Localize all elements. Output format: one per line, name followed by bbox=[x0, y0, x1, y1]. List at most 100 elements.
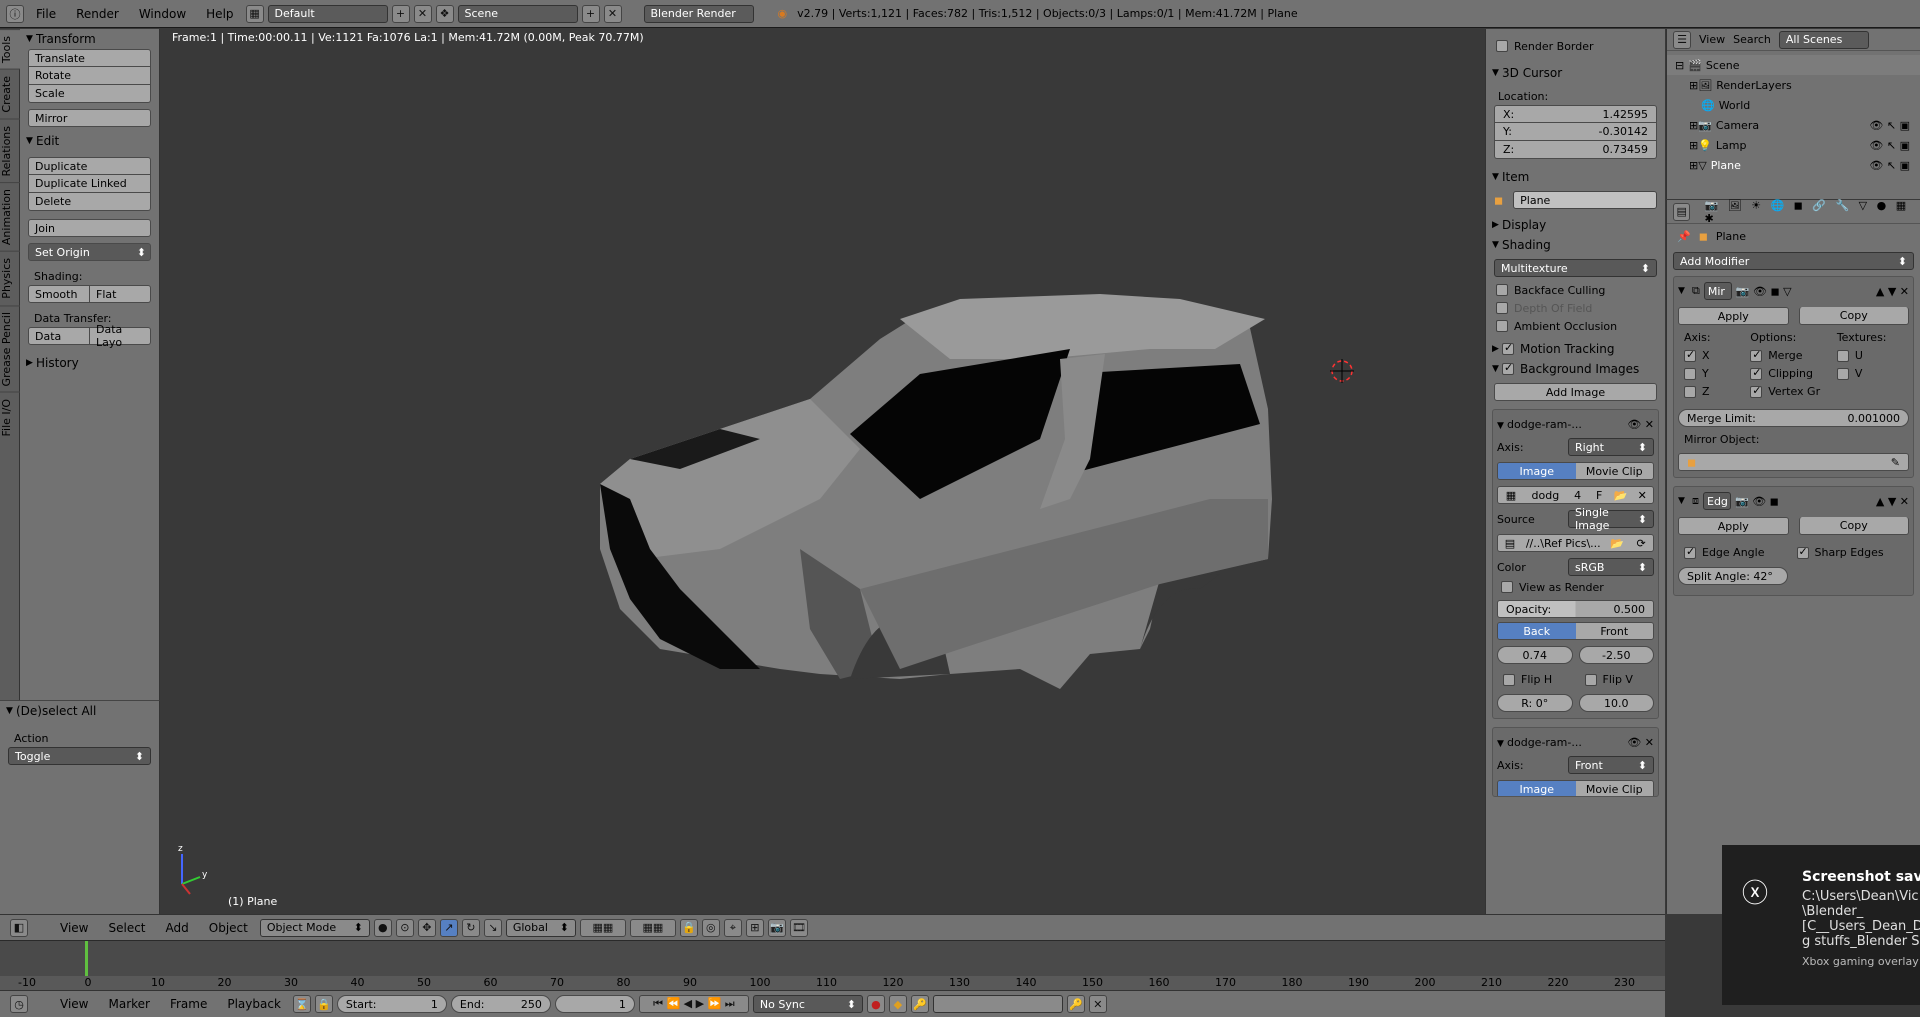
item-name-field[interactable]: Plane bbox=[1513, 191, 1657, 209]
scale-manipulator-icon[interactable]: ↘ bbox=[483, 918, 502, 937]
duplicate-linked-button[interactable]: Duplicate Linked bbox=[28, 175, 151, 193]
data-layout-button[interactable]: Data Layo bbox=[90, 323, 151, 349]
record-icon[interactable]: ● bbox=[866, 995, 885, 1013]
offset-x-field[interactable]: 0.74 bbox=[1497, 646, 1573, 664]
reload-icon[interactable]: ⟳ bbox=[1629, 535, 1653, 551]
eye-icon-2[interactable]: 👁 ✕ bbox=[1627, 736, 1654, 749]
data-button[interactable]: Data bbox=[28, 327, 90, 345]
axis-z-checkbox[interactable]: Z bbox=[1678, 385, 1750, 403]
bg1-axis-dropdown[interactable]: Right ⬍ bbox=[1568, 438, 1654, 456]
snap-element-icon[interactable]: ⊞ bbox=[745, 918, 764, 937]
edge-copy-button[interactable]: Copy bbox=[1798, 517, 1909, 535]
split-angle-field[interactable]: Split Angle: 42° bbox=[1678, 567, 1788, 585]
scale-button[interactable]: Scale bbox=[28, 85, 151, 103]
merge-checkbox[interactable]: Merge bbox=[1750, 348, 1837, 367]
menu-render[interactable]: Render bbox=[68, 7, 127, 21]
edge-split-name[interactable]: Edg bbox=[1703, 492, 1731, 510]
start-frame-field[interactable]: Start: 1 bbox=[336, 995, 447, 1013]
context-tabs[interactable]: 📷 🖼 ☀ 🌐 ◼ 🔗 🔧 ▽ ● ▦ ✱ bbox=[1704, 199, 1920, 225]
panel-edit-header[interactable]: ▼ Edit bbox=[20, 131, 159, 151]
outliner-renderlayers[interactable]: ⊞ 🖼 RenderLayers bbox=[1667, 75, 1920, 95]
pivot-icon[interactable]: ⊙ bbox=[395, 918, 414, 937]
merge-limit-field[interactable]: Merge Limit: 0.001000 bbox=[1678, 409, 1909, 427]
menu-select[interactable]: Select bbox=[100, 921, 153, 935]
screenshot-notification[interactable]: ⓧ Screenshot saved C:\Users\Dean\Vic \Bl… bbox=[1722, 845, 1920, 1005]
display-panel-header[interactable]: ▶ Display bbox=[1486, 215, 1665, 235]
view-as-render-checkbox[interactable]: View as Render bbox=[1497, 578, 1654, 596]
remove-scene-icon[interactable]: ✕ bbox=[603, 4, 622, 23]
scene-icon[interactable]: ❖ bbox=[435, 4, 454, 23]
viewport-shading-icon[interactable]: ● bbox=[373, 918, 392, 937]
current-frame-indicator[interactable] bbox=[85, 941, 88, 976]
clipping-checkbox[interactable]: Clipping bbox=[1750, 366, 1837, 385]
translate-manipulator-icon[interactable]: ↗ bbox=[439, 918, 458, 937]
rotation-field[interactable]: R: 0° bbox=[1497, 694, 1573, 712]
outliner-filter-dropdown[interactable]: All Scenes bbox=[1778, 30, 1869, 49]
orientation-dropdown[interactable]: Global ⬍ bbox=[505, 918, 576, 937]
rotate-button[interactable]: Rotate bbox=[28, 67, 151, 85]
render-engine-dropdown[interactable]: Blender Render bbox=[643, 4, 754, 23]
size-field[interactable]: 10.0 bbox=[1578, 694, 1654, 712]
axis-y-checkbox[interactable]: Y bbox=[1678, 367, 1750, 385]
layers-icon-2[interactable]: ▦▦ bbox=[629, 918, 676, 937]
mirror-modifier-name[interactable]: Mir bbox=[1703, 282, 1732, 300]
menu-window[interactable]: Window bbox=[131, 7, 194, 21]
outliner-plane[interactable]: ⊞ ▽ Plane 👁 ↖ ▣ bbox=[1667, 155, 1920, 175]
image-name-field[interactable]: dodg bbox=[1523, 487, 1567, 503]
sharp-edges-checkbox[interactable]: Sharp Edges bbox=[1796, 545, 1910, 559]
add-modifier-dropdown[interactable]: Add Modifier ⬍ bbox=[1673, 252, 1914, 270]
image-browse-icon[interactable]: ▦ bbox=[1498, 487, 1524, 503]
opengl-render-icon[interactable]: 🎞 bbox=[789, 918, 808, 937]
remove-layout-icon[interactable]: ✕ bbox=[413, 4, 432, 23]
flip-h-checkbox[interactable]: Flip H bbox=[1497, 673, 1573, 686]
pin-icon[interactable]: 📌 bbox=[1677, 230, 1691, 243]
item-panel-header[interactable]: ▼ Item bbox=[1486, 167, 1665, 187]
current-frame-field[interactable]: 1 bbox=[554, 995, 635, 1013]
back-toggle[interactable]: Back bbox=[1498, 623, 1576, 639]
tab-relations[interactable]: Relations bbox=[0, 118, 20, 183]
screen-layout-icon[interactable]: ▦ bbox=[245, 4, 264, 23]
bg2-axis-dropdown[interactable]: Front ⬍ bbox=[1568, 756, 1654, 774]
layers-icon[interactable]: ▦▦ bbox=[579, 918, 626, 937]
add-scene-icon[interactable]: + bbox=[581, 4, 600, 23]
visibility-icon[interactable]: 👁 ↖ ▣ bbox=[1869, 159, 1920, 172]
menu-view[interactable]: View bbox=[52, 921, 96, 935]
manipulator-icon[interactable]: ✥ bbox=[417, 918, 436, 937]
bg-images-header[interactable]: ▼Background Images bbox=[1486, 359, 1665, 379]
deselect-all-header[interactable]: ▼ (De)select All bbox=[0, 701, 159, 721]
editor-type-icon[interactable]: ◧ bbox=[10, 918, 28, 937]
eye-icon[interactable]: 👁 ✕ bbox=[1627, 418, 1654, 431]
scene-field[interactable]: Scene bbox=[457, 4, 578, 23]
flat-button[interactable]: Flat bbox=[90, 285, 151, 303]
edge-angle-checkbox[interactable]: Edge Angle bbox=[1678, 545, 1797, 559]
motion-tracking-header[interactable]: ▶Motion Tracking bbox=[1486, 339, 1665, 359]
smooth-button[interactable]: Smooth bbox=[28, 285, 90, 303]
cursor-x-field[interactable]: X: 1.42595 bbox=[1494, 105, 1657, 123]
source-dropdown[interactable]: Single Image ⬍ bbox=[1568, 506, 1654, 532]
image-tab-2[interactable]: Image bbox=[1498, 781, 1576, 796]
opacity-slider[interactable]: Opacity: 0.500 bbox=[1497, 600, 1654, 618]
movie-clip-tab[interactable]: Movie Clip bbox=[1575, 463, 1653, 479]
mirror-copy-button[interactable]: Copy bbox=[1798, 307, 1909, 325]
duplicate-button[interactable]: Duplicate bbox=[28, 157, 151, 175]
vertex-group-checkbox[interactable]: Vertex Gr bbox=[1750, 384, 1837, 403]
mirror-button[interactable]: Mirror bbox=[28, 109, 151, 127]
render-border-checkbox[interactable]: Render Border bbox=[1486, 37, 1665, 55]
color-space-dropdown[interactable]: sRGB ⬍ bbox=[1568, 558, 1654, 576]
delete-button[interactable]: Delete bbox=[28, 193, 151, 211]
delete-key-icon[interactable]: ✕ bbox=[1088, 995, 1107, 1013]
menu-file[interactable]: File bbox=[28, 7, 64, 21]
unlink-image-icon[interactable]: ✕ bbox=[1631, 487, 1653, 503]
modifier-display-icons[interactable]: 📷 👁 ◼ bbox=[1735, 495, 1779, 508]
outliner-search-menu[interactable]: Search bbox=[1733, 33, 1771, 46]
cursor-panel-header[interactable]: ▼ 3D Cursor bbox=[1486, 63, 1665, 83]
modifier-display-icons[interactable]: 📷 👁 ◼ ▽ bbox=[1736, 285, 1792, 298]
insert-key-icon[interactable]: 🔑 bbox=[1066, 995, 1085, 1013]
front-toggle[interactable]: Front bbox=[1575, 623, 1653, 639]
outliner-lamp[interactable]: ⊞ 💡 Lamp 👁 ↖ ▣ bbox=[1667, 135, 1920, 155]
bg1-name[interactable]: ▼ dodge-ram-... bbox=[1497, 418, 1582, 431]
panel-transform-header[interactable]: ▼ Transform bbox=[20, 29, 159, 49]
edge-apply-button[interactable]: Apply bbox=[1678, 517, 1789, 535]
outliner-editor-icon[interactable]: ☰ bbox=[1673, 30, 1691, 49]
axis-x-checkbox[interactable]: X bbox=[1678, 348, 1750, 367]
